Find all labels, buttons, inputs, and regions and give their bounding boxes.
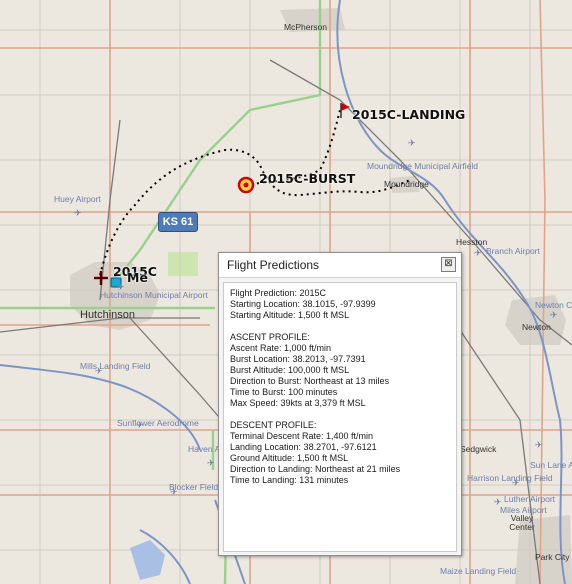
- svg-text:✈: ✈: [535, 441, 543, 451]
- landing-flag-icon[interactable]: [340, 103, 350, 118]
- panel-line: Time to Landing: 131 minutes: [230, 475, 349, 485]
- close-icon[interactable]: ⊠: [441, 257, 456, 272]
- airport-sunflower-label: Sunflower Aerodrome: [117, 418, 199, 428]
- panel-titlebar[interactable]: Flight Predictions ⊠: [219, 253, 461, 278]
- panel-line: Starting Altitude: 1,500 ft MSL: [230, 310, 350, 320]
- town-mcpherson-label: McPherson: [284, 22, 327, 32]
- panel-line: ASCENT PROFILE:: [230, 332, 310, 342]
- panel-line: Max Speed: 39kts at 3,379 ft MSL: [230, 398, 366, 408]
- svg-text:✈: ✈: [74, 209, 82, 219]
- panel-body: Flight Prediction: 2015C Starting Locatio…: [223, 282, 457, 552]
- svg-text:✈: ✈: [207, 459, 215, 469]
- panel-line: Burst Location: 38.2013, -97.7391: [230, 354, 366, 364]
- airport-hesston-branch-label: Branch Airport: [486, 246, 540, 256]
- svg-text:✈: ✈: [550, 311, 558, 321]
- airport-maize-label: Maize Landing Field: [440, 566, 517, 576]
- town-hutchinson-label: Hutchinson: [80, 309, 136, 321]
- flight-predictions-panel: Flight Predictions ⊠ Flight Prediction: …: [218, 252, 462, 556]
- panel-spacer: [224, 321, 456, 332]
- town-moundridge-label: Moundridge: [384, 179, 429, 189]
- lakes: [130, 540, 165, 580]
- panel-spacer: [224, 409, 456, 420]
- panel-line: DESCENT PROFILE:: [230, 420, 317, 430]
- airport-blocker-label: Blocker Field: [169, 482, 219, 492]
- panel-line: Ground Altitude: 1,500 ft MSL: [230, 453, 349, 463]
- airport-miles-label: Miles Airport: [500, 505, 547, 515]
- panel-line: Direction to Landing: Northeast at 21 mi…: [230, 464, 401, 474]
- panel-line: Ascent Rate: 1,000 ft/min: [230, 343, 332, 353]
- panel-line: Terminal Descent Rate: 1,400 ft/min: [230, 431, 374, 441]
- panel-line: Flight Prediction: 2015C: [230, 288, 327, 298]
- panel-line: Direction to Burst: Northeast at 13 mile…: [230, 376, 390, 386]
- me-label: Me: [127, 270, 148, 285]
- highway-shield-ks61: KS 61: [158, 212, 198, 232]
- svg-text:✈: ✈: [408, 139, 416, 149]
- airport-sun-lane-label: Sun Lane Ai: [530, 460, 572, 470]
- panel-title: Flight Predictions: [227, 258, 320, 272]
- airport-huey-label: Huey Airport: [54, 194, 101, 204]
- airport-hutchinson-label: Hutchinson Municipal Airport: [100, 290, 208, 300]
- town-newton-label: Newton: [522, 322, 551, 332]
- town-sedgwick-label: Sedgwick: [460, 444, 497, 454]
- airport-newton-city-label: Newton City: [535, 300, 572, 310]
- park-area: [168, 252, 198, 276]
- panel-line: Burst Altitude: 100,000 ft MSL: [230, 365, 350, 375]
- panel-line: Landing Location: 38.2701, -97.6121: [230, 442, 377, 452]
- airport-moundridge-label: Moundridge Municipal Airfield: [367, 161, 479, 171]
- town-hesston-label: Hesston: [456, 237, 488, 247]
- airport-haven-label: Haven A: [188, 444, 221, 454]
- panel-line: Starting Location: 38.1015, -97.9399: [230, 299, 376, 309]
- burst-label: 2015C-BURST: [259, 171, 356, 186]
- landing-label: 2015C-LANDING: [352, 107, 466, 122]
- town-park-city-label: Park City: [535, 552, 570, 562]
- panel-line: Time to Burst: 100 minutes: [230, 387, 338, 397]
- town-valley-center-label: Valley Center: [509, 513, 535, 532]
- airport-harrison-label: Harrison Landing Field: [467, 473, 553, 483]
- airport-luther-label: Luther Airport: [504, 494, 556, 504]
- svg-text:✈: ✈: [474, 249, 482, 259]
- airport-mills-label: Mills Landing Field: [80, 361, 151, 371]
- burst-marker[interactable]: [237, 176, 255, 194]
